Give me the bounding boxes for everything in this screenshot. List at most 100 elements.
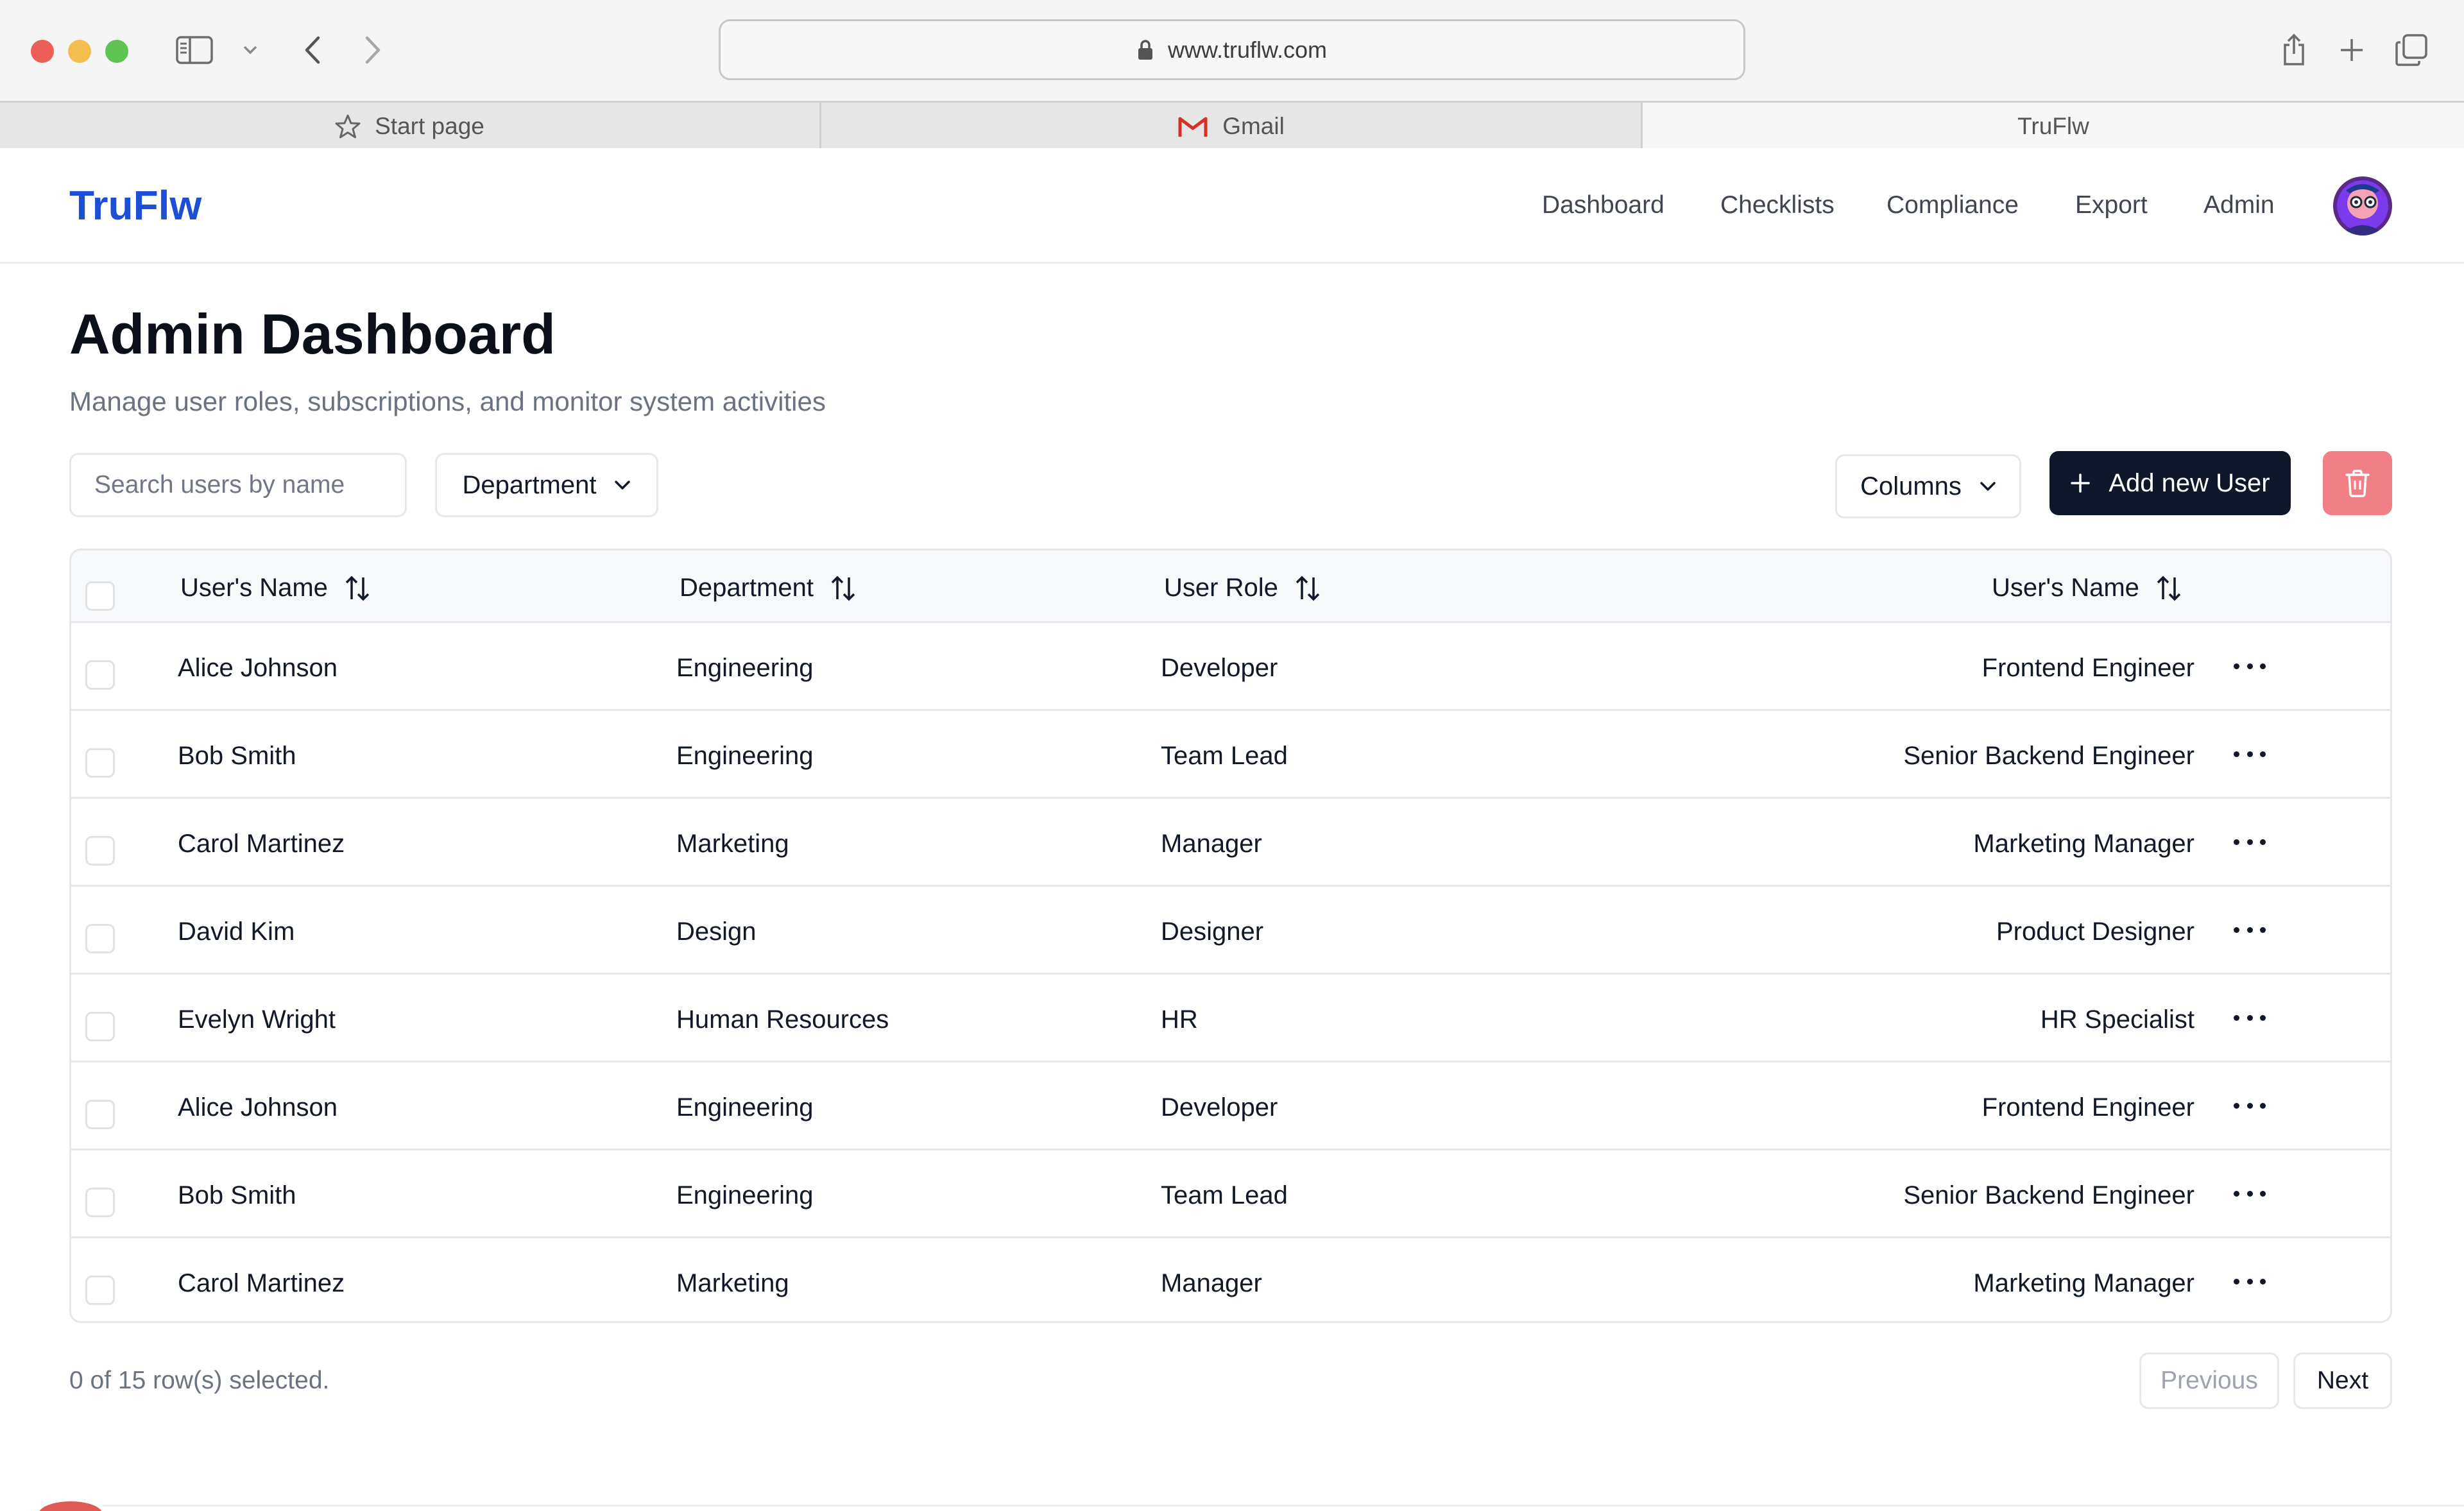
- row-checkbox[interactable]: [85, 1276, 115, 1305]
- cell-name: Evelyn Wright: [178, 1005, 336, 1034]
- tab-label: Start page: [375, 113, 484, 139]
- tab-gmail[interactable]: Gmail: [821, 103, 1643, 150]
- row-actions-icon[interactable]: [2234, 832, 2266, 851]
- forward-arrow-icon[interactable]: [357, 31, 389, 69]
- trash-icon: [2345, 470, 2370, 497]
- column-header-label: User's Name: [180, 574, 328, 602]
- cell-role: Developer: [1161, 654, 1278, 682]
- browser-toolbar: www.truflw.com: [0, 0, 2464, 101]
- cell-title: Frontend Engineer: [1981, 1093, 2194, 1122]
- page-subtitle: Manage user roles, subscriptions, and mo…: [69, 386, 826, 416]
- nav-export[interactable]: Export: [2075, 191, 2148, 219]
- column-header-role[interactable]: User Role: [1164, 574, 1321, 602]
- cell-role: Manager: [1161, 830, 1262, 858]
- nav-dashboard[interactable]: Dashboard: [1542, 191, 1664, 219]
- cell-name: Alice Johnson: [178, 1093, 338, 1122]
- table-row[interactable]: Carol Martinez Marketing Manager Marketi…: [71, 1238, 2390, 1321]
- plus-icon: [2071, 474, 2091, 493]
- tab-overview-icon[interactable]: [2392, 31, 2431, 69]
- previous-page-button[interactable]: Previous: [2139, 1353, 2279, 1409]
- url-text: www.truflw.com: [1167, 36, 1328, 63]
- columns-button[interactable]: Columns: [1835, 454, 2021, 518]
- delete-button[interactable]: [2323, 451, 2392, 515]
- share-icon[interactable]: [2278, 31, 2310, 69]
- tab-label: TruFlw: [2017, 113, 2089, 139]
- cell-department: Human Resources: [676, 1005, 889, 1034]
- row-checkbox[interactable]: [85, 748, 115, 778]
- brand-logo[interactable]: TruFlw: [69, 182, 201, 229]
- gmail-icon: [1178, 117, 1208, 137]
- nav-compliance[interactable]: Compliance: [1887, 191, 2019, 219]
- row-checkbox[interactable]: [85, 1012, 115, 1041]
- nav-admin[interactable]: Admin: [2203, 191, 2275, 219]
- table-header: User's Name Department User Role User's …: [71, 551, 2390, 623]
- sort-icon: [345, 576, 370, 601]
- chevron-down-icon: [615, 481, 631, 490]
- column-header-name[interactable]: User's Name: [180, 574, 370, 602]
- column-header-title[interactable]: User's Name: [1992, 574, 2182, 602]
- column-header-label: User Role: [1164, 574, 1278, 602]
- add-user-button[interactable]: Add new User: [2049, 451, 2291, 515]
- table-row[interactable]: Alice Johnson Engineering Developer Fron…: [71, 623, 2390, 711]
- table-row[interactable]: Carol Martinez Marketing Manager Marketi…: [71, 799, 2390, 887]
- row-actions-icon[interactable]: [2234, 920, 2266, 939]
- address-bar[interactable]: www.truflw.com: [719, 19, 1745, 80]
- row-actions-icon[interactable]: [2234, 744, 2266, 764]
- cell-department: Design: [676, 918, 757, 946]
- star-icon: [335, 114, 361, 139]
- row-checkbox[interactable]: [85, 1100, 115, 1129]
- cell-name: Bob Smith: [178, 1181, 296, 1209]
- sidebar-toggle-icon[interactable]: [173, 31, 216, 69]
- row-checkbox[interactable]: [85, 660, 115, 690]
- row-actions-icon[interactable]: [2234, 1272, 2266, 1291]
- row-checkbox[interactable]: [85, 924, 115, 953]
- cell-department: Engineering: [676, 654, 814, 682]
- row-actions-icon[interactable]: [2234, 1008, 2266, 1027]
- close-window-button[interactable]: [31, 40, 54, 63]
- chevron-down-icon: [1980, 482, 1996, 491]
- chevron-down-icon[interactable]: [237, 31, 263, 69]
- table-row[interactable]: Alice Johnson Engineering Developer Fron…: [71, 1063, 2390, 1150]
- department-filter-button[interactable]: Department: [435, 453, 658, 517]
- cell-role: HR: [1161, 1005, 1198, 1034]
- cell-title: HR Specialist: [2040, 1005, 2194, 1034]
- minimize-window-button[interactable]: [68, 40, 91, 63]
- row-actions-icon[interactable]: [2234, 1096, 2266, 1115]
- cell-name: Alice Johnson: [178, 654, 338, 682]
- cell-name: Bob Smith: [178, 742, 296, 770]
- row-actions-icon[interactable]: [2234, 1184, 2266, 1203]
- floating-widget[interactable]: [38, 1501, 103, 1511]
- cell-name: Carol Martinez: [178, 830, 345, 858]
- cell-department: Engineering: [676, 1093, 814, 1122]
- cell-department: Engineering: [676, 1181, 814, 1209]
- row-checkbox[interactable]: [85, 1188, 115, 1217]
- app-header: TruFlw Dashboard Checklists Compliance E…: [0, 148, 2464, 264]
- tab-start-page[interactable]: Start page: [0, 103, 821, 150]
- tab-bar: Start page Gmail TruFlw: [0, 101, 2464, 150]
- row-checkbox[interactable]: [85, 836, 115, 866]
- divider: [103, 1505, 2464, 1507]
- column-header-label: User's Name: [1992, 574, 2139, 602]
- select-all-checkbox[interactable]: [85, 581, 115, 611]
- next-page-button[interactable]: Next: [2293, 1353, 2392, 1409]
- back-arrow-icon[interactable]: [296, 31, 329, 69]
- search-input[interactable]: [69, 453, 407, 517]
- users-table: User's Name Department User Role User's …: [69, 549, 2392, 1323]
- column-header-label: Department: [680, 574, 814, 602]
- table-row[interactable]: Bob Smith Engineering Team Lead Senior B…: [71, 1150, 2390, 1238]
- cell-title: Frontend Engineer: [1981, 654, 2194, 682]
- tab-truflw[interactable]: TruFlw: [1643, 103, 2464, 150]
- maximize-window-button[interactable]: [105, 40, 128, 63]
- table-row[interactable]: David Kim Design Designer Product Design…: [71, 887, 2390, 975]
- nav-checklists[interactable]: Checklists: [1720, 191, 1835, 219]
- cell-role: Team Lead: [1161, 1181, 1288, 1209]
- table-row[interactable]: Bob Smith Engineering Team Lead Senior B…: [71, 711, 2390, 799]
- avatar[interactable]: [2333, 176, 2392, 235]
- table-row[interactable]: Evelyn Wright Human Resources HR HR Spec…: [71, 975, 2390, 1063]
- row-actions-icon[interactable]: [2234, 656, 2266, 676]
- cell-name: Carol Martinez: [178, 1269, 345, 1297]
- cell-role: Developer: [1161, 1093, 1278, 1122]
- column-header-department[interactable]: Department: [680, 574, 856, 602]
- new-tab-plus-icon[interactable]: [2336, 31, 2368, 69]
- cell-title: Marketing Manager: [1973, 830, 2194, 858]
